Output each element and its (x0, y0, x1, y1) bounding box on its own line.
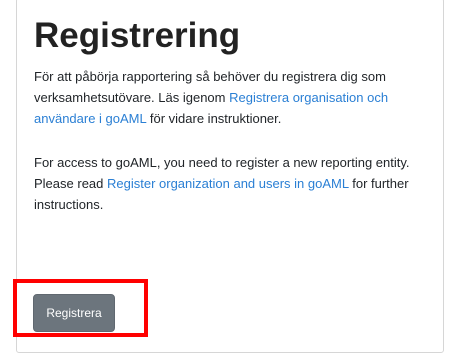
swedish-instructions: För att påbörja rapportering så behöver … (34, 66, 439, 129)
english-instructions: For access to goAML, you need to registe… (34, 152, 439, 215)
english-register-guide-link[interactable]: Register organization and users in goAML (107, 176, 349, 191)
register-button[interactable]: Registrera (33, 294, 115, 332)
page-title: Registrering (34, 16, 241, 55)
swedish-text-end: för vidare instruktioner. (146, 111, 282, 126)
